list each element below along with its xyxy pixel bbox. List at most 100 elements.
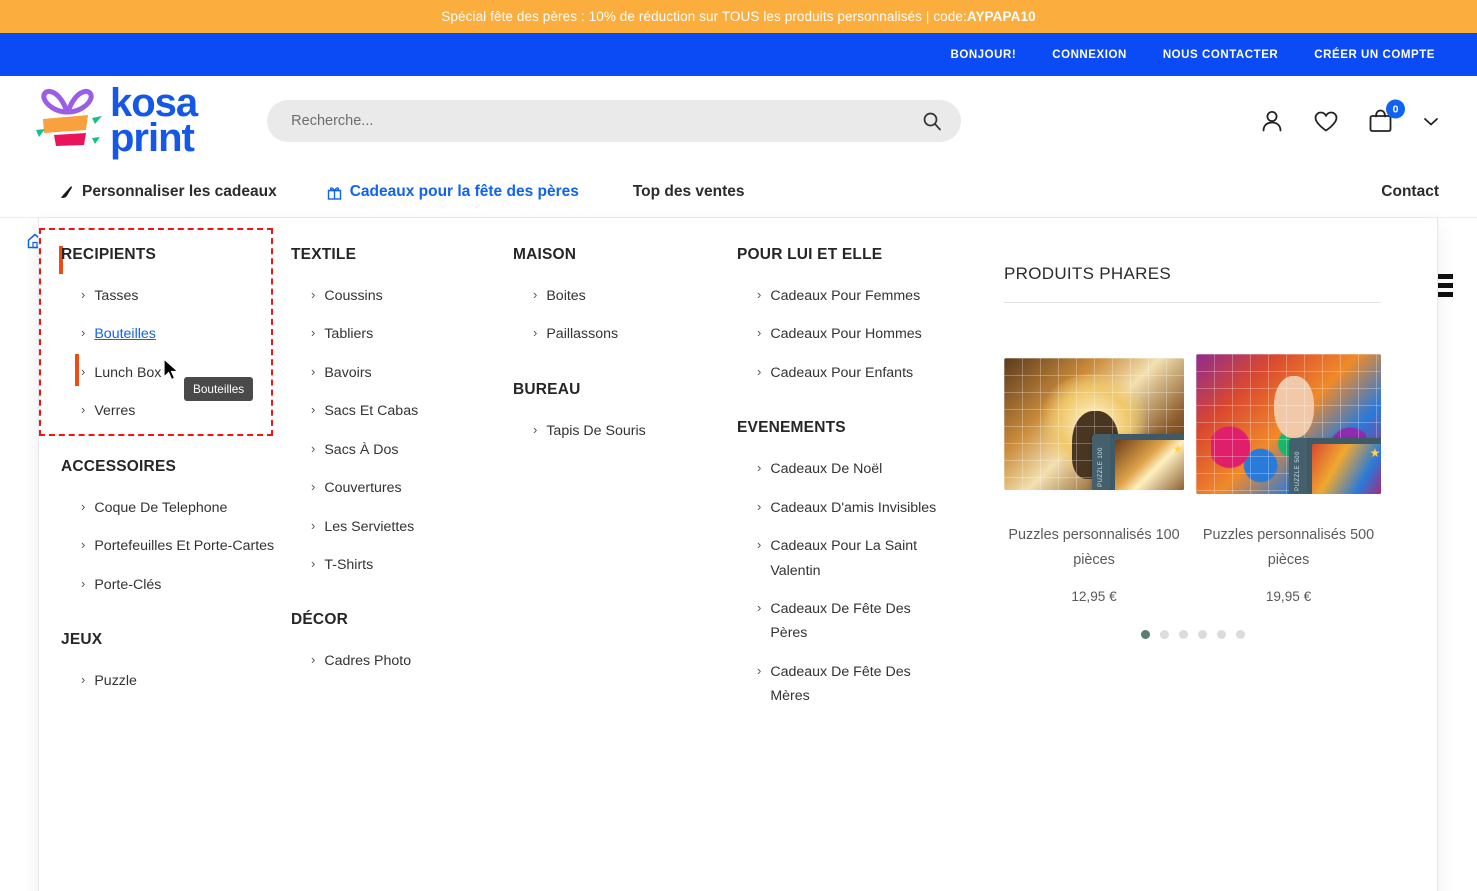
mega-item-label: Sacs À Dos [324, 441, 399, 458]
featured-products-panel: PRODUITS PHARES PUZZLE 100 Puzzles perso… [964, 218, 1437, 891]
nav-item-contact[interactable]: Contact [1381, 183, 1439, 201]
accent-bar-bouteilles [75, 354, 79, 386]
carousel-dots [1004, 629, 1381, 639]
mega-group-title-evenements: EVENEMENTS [737, 419, 846, 437]
mega-item-label: Cadeaux Pour La Saint Valentin [770, 538, 918, 579]
mega-item-tabliers[interactable]: › Tabliers [291, 322, 513, 346]
tooltip-bouteilles: Bouteilles [184, 377, 254, 401]
mega-item-label: Cadeaux Pour Hommes [770, 326, 922, 343]
mega-item-bavoirs[interactable]: › Bavoirs [291, 361, 513, 385]
mega-sublist-evenements: › Cadeaux De Noël › Cadeaux D'amis Invis… [737, 457, 947, 708]
chevron-right-icon: › [81, 325, 86, 341]
carousel-dot-2[interactable] [1159, 629, 1169, 639]
carousel-dot-5[interactable] [1216, 629, 1226, 639]
mega-item-label: Cadres Photo [324, 653, 412, 670]
mega-item-boites[interactable]: › Boites [513, 284, 737, 308]
mega-group-title-pour-lui-et-elle: POUR LUI ET ELLE [737, 246, 883, 263]
puzzle-box-2: PUZZLE 500 [1289, 438, 1381, 494]
account-link-nous-contacter[interactable]: NOUS CONTACTER [1163, 49, 1278, 61]
mega-item-cadres-photo[interactable]: › Cadres Photo [291, 649, 513, 673]
mega-item-cadeaux-pour-femmes[interactable]: › Cadeaux Pour Femmes [737, 284, 947, 308]
carousel-dot-6[interactable] [1235, 629, 1245, 639]
mega-item-label: Porte-Clés [94, 576, 162, 593]
featured-product-1[interactable]: PUZZLE 100 Puzzles personnalisés 100 piè… [1004, 339, 1184, 604]
nav-item-personnaliser[interactable]: Personnaliser les cadeaux [58, 183, 277, 201]
carousel-dot-1[interactable] [1140, 629, 1150, 639]
logo-line-2: print [110, 116, 195, 160]
nav-label-personnaliser: Personnaliser les cadeaux [82, 182, 277, 200]
mega-item-cadeaux-pour-la-saint-valentin[interactable]: › Cadeaux Pour La Saint Valentin [737, 534, 947, 583]
chevron-right-icon: › [81, 498, 86, 514]
chevron-right-icon: › [81, 363, 86, 379]
cart-dropdown-toggle[interactable] [1423, 115, 1439, 127]
mega-item-sacs-et-cabas[interactable]: › Sacs Et Cabas [291, 399, 513, 423]
puzzle-box-label: PUZZLE 500 [1295, 451, 1301, 491]
cart-button[interactable]: 0 [1367, 99, 1405, 135]
mega-item-puzzle[interactable]: › Puzzle [61, 669, 291, 693]
mega-item-cadeaux-de-fete-des-peres[interactable]: › Cadeaux De Fête Des Pères [737, 597, 947, 646]
featured-panel-title: PRODUITS PHARES [1004, 264, 1381, 303]
account-button[interactable] [1259, 108, 1285, 134]
mega-item-label: Boites [546, 288, 586, 304]
chevron-right-icon: › [311, 652, 316, 668]
chevron-right-icon: › [757, 537, 762, 553]
wishlist-button[interactable] [1313, 108, 1339, 134]
mega-item-coque-de-telephone[interactable]: › Coque De Telephone [61, 496, 291, 520]
mega-item-couvertures[interactable]: › Couvertures [291, 476, 513, 500]
account-link-creer-un-compte[interactable]: CRÉER UN COMPTE [1314, 49, 1435, 61]
account-link-connexion[interactable]: CONNEXION [1052, 49, 1127, 61]
mega-item-porte-cles[interactable]: › Porte-Clés [61, 573, 291, 597]
mega-item-t-shirts[interactable]: › T-Shirts [291, 553, 513, 577]
mega-item-verres[interactable]: › Verres [61, 399, 291, 423]
mega-item-tapis-de-souris[interactable]: › Tapis De Souris [513, 419, 737, 443]
logo-icon [36, 88, 102, 146]
mega-item-sacs-a-dos[interactable]: › Sacs À Dos [291, 438, 513, 462]
carousel-dot-4[interactable] [1197, 629, 1207, 639]
chevron-right-icon: › [81, 402, 86, 418]
brush-icon [60, 185, 72, 198]
mega-menu-dropdown: RECIPIENTS › Tasses › Bouteilles › Lunch… [38, 218, 1438, 891]
chevron-right-icon: › [533, 287, 538, 302]
featured-product-2-price: 19,95 € [1265, 588, 1312, 604]
puzzle-box-spine: PUZZLE 500 [1289, 438, 1307, 494]
logo[interactable]: kosa print [30, 83, 198, 160]
mega-item-portefeuilles-et-porte-cartes[interactable]: › Portefeuilles Et Porte-Cartes [61, 534, 291, 558]
mega-item-cadeaux-pour-enfants[interactable]: › Cadeaux Pour Enfants [737, 361, 947, 385]
chevron-right-icon: › [311, 517, 316, 533]
account-link-bonjour[interactable]: BONJOUR! [950, 49, 1016, 61]
nav-label-fete-des-peres: Cadeaux pour la fête des pères [349, 182, 579, 200]
mega-item-cadeaux-damis-invisibles[interactable]: › Cadeaux D'amis Invisibles [737, 496, 947, 520]
mega-item-paillassons[interactable]: › Paillassons [513, 322, 737, 346]
chevron-right-icon: › [311, 363, 316, 379]
mega-item-label: Bavoirs [324, 364, 372, 381]
chevron-right-icon: › [757, 287, 762, 302]
mega-item-cadeaux-de-fete-des-meres[interactable]: › Cadeaux De Fête Des Mères [737, 660, 947, 709]
nav-item-fete-des-peres[interactable]: Cadeaux pour la fête des pères [327, 183, 579, 201]
chevron-right-icon: › [757, 363, 762, 379]
mega-sublist-maison: › Boites › Paillassons [513, 284, 737, 347]
search-button[interactable] [917, 106, 947, 136]
side-menu-toggle[interactable] [1437, 274, 1453, 297]
carousel-dot-3[interactable] [1178, 629, 1188, 639]
chevron-right-icon: › [311, 479, 316, 495]
site-header: kosa print Recherche... 0 [0, 76, 1477, 166]
mega-item-tasses[interactable]: › Tasses [61, 284, 291, 308]
nav-item-top-des-ventes[interactable]: Top des ventes [633, 183, 745, 201]
puzzle-photo: PUZZLE 500 [1196, 354, 1381, 494]
chevron-right-icon: › [757, 599, 762, 615]
mega-item-cadeaux-de-noel[interactable]: › Cadeaux De Noël [737, 457, 947, 481]
mega-item-les-serviettes[interactable]: › Les Serviettes [291, 515, 513, 539]
mega-item-bouteilles[interactable]: › Bouteilles [61, 322, 291, 346]
mega-item-label: Cadeaux De Noël [770, 461, 883, 478]
featured-product-2[interactable]: PUZZLE 500 Puzzles personnalisés 500 piè… [1196, 339, 1381, 604]
chevron-right-icon: › [533, 325, 538, 341]
featured-product-1-price: 12,95 € [1071, 588, 1117, 604]
mega-item-cadeaux-pour-hommes[interactable]: › Cadeaux Pour Hommes [737, 322, 947, 346]
mega-column-1: RECIPIENTS › Tasses › Bouteilles › Lunch… [39, 228, 291, 891]
search-input[interactable] [267, 100, 962, 142]
mega-item-label: Verres [94, 403, 136, 420]
puzzle-box-art [1312, 444, 1381, 494]
mega-item-coussins[interactable]: › Coussins [291, 284, 513, 308]
chevron-right-icon: › [533, 421, 538, 437]
search-icon [923, 112, 942, 131]
